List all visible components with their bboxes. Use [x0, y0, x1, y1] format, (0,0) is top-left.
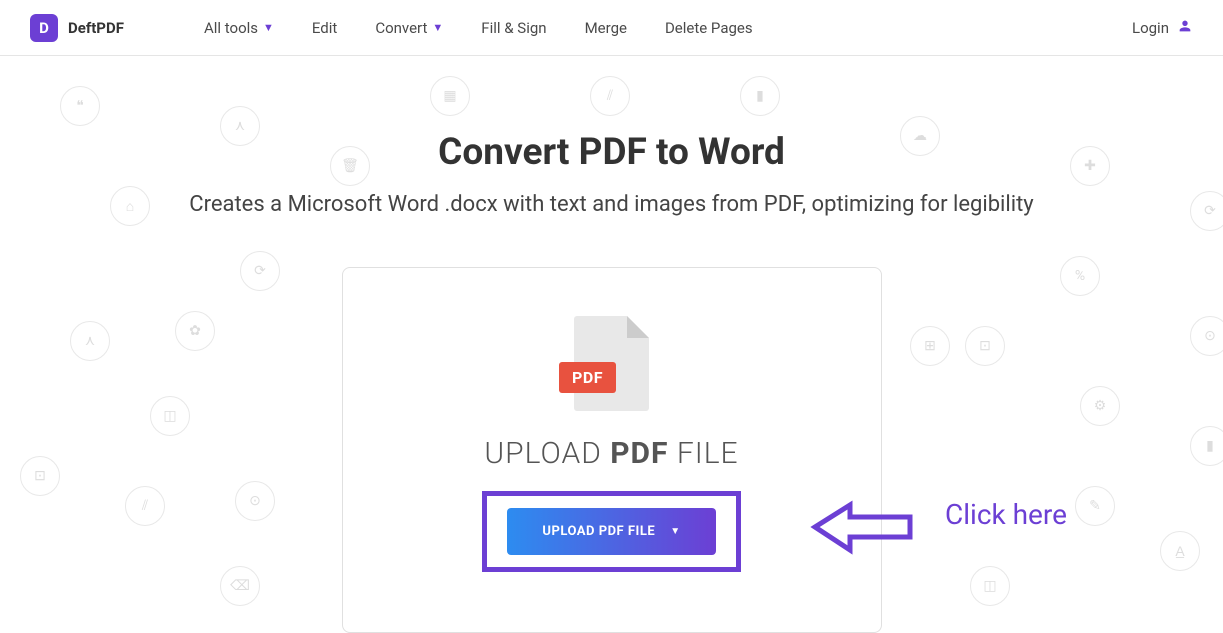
main-content: Convert PDF to Word Creates a Microsoft …: [0, 56, 1223, 633]
arrow-annotation-icon: [810, 500, 920, 559]
nav-convert-label: Convert: [375, 19, 427, 37]
upload-pdf-button[interactable]: UPLOAD PDF FILE ▼: [507, 508, 715, 555]
upload-card: PDF UPLOAD PDF FILE UPLOAD PDF FILE ▼: [342, 267, 882, 633]
nav-delete-pages[interactable]: Delete Pages: [665, 19, 753, 37]
caret-down-icon: ▼: [670, 526, 680, 537]
page-title: Convert PDF to Word: [0, 131, 1223, 174]
nav-convert[interactable]: Convert ▼: [375, 19, 443, 37]
pdf-badge: PDF: [559, 362, 616, 393]
chevron-down-icon: ▼: [263, 21, 274, 34]
login-link[interactable]: Login: [1132, 18, 1193, 38]
upload-heading: UPLOAD PDF FILE: [383, 436, 841, 471]
logo-icon: D: [30, 14, 58, 42]
logo[interactable]: D DeftPDF: [30, 14, 124, 42]
pdf-file-icon: PDF: [574, 316, 649, 411]
main-nav: All tools ▼ Edit Convert ▼ Fill & Sign M…: [204, 19, 1132, 37]
nav-merge[interactable]: Merge: [585, 19, 627, 37]
user-icon: [1177, 18, 1193, 38]
login-label: Login: [1132, 19, 1169, 37]
nav-all-tools[interactable]: All tools ▼: [204, 19, 274, 37]
logo-text: DeftPDF: [68, 19, 124, 37]
nav-edit[interactable]: Edit: [312, 19, 337, 37]
page-subtitle: Creates a Microsoft Word .docx with text…: [0, 192, 1223, 217]
nav-all-tools-label: All tools: [204, 19, 258, 37]
header: D DeftPDF All tools ▼ Edit Convert ▼ Fil…: [0, 0, 1223, 56]
nav-fill-sign[interactable]: Fill & Sign: [481, 19, 546, 37]
upload-button-label: UPLOAD PDF FILE: [542, 524, 655, 539]
click-here-annotation: Click here: [945, 498, 1067, 531]
chevron-down-icon: ▼: [432, 21, 443, 34]
upload-button-highlight: UPLOAD PDF FILE ▼: [482, 491, 740, 572]
